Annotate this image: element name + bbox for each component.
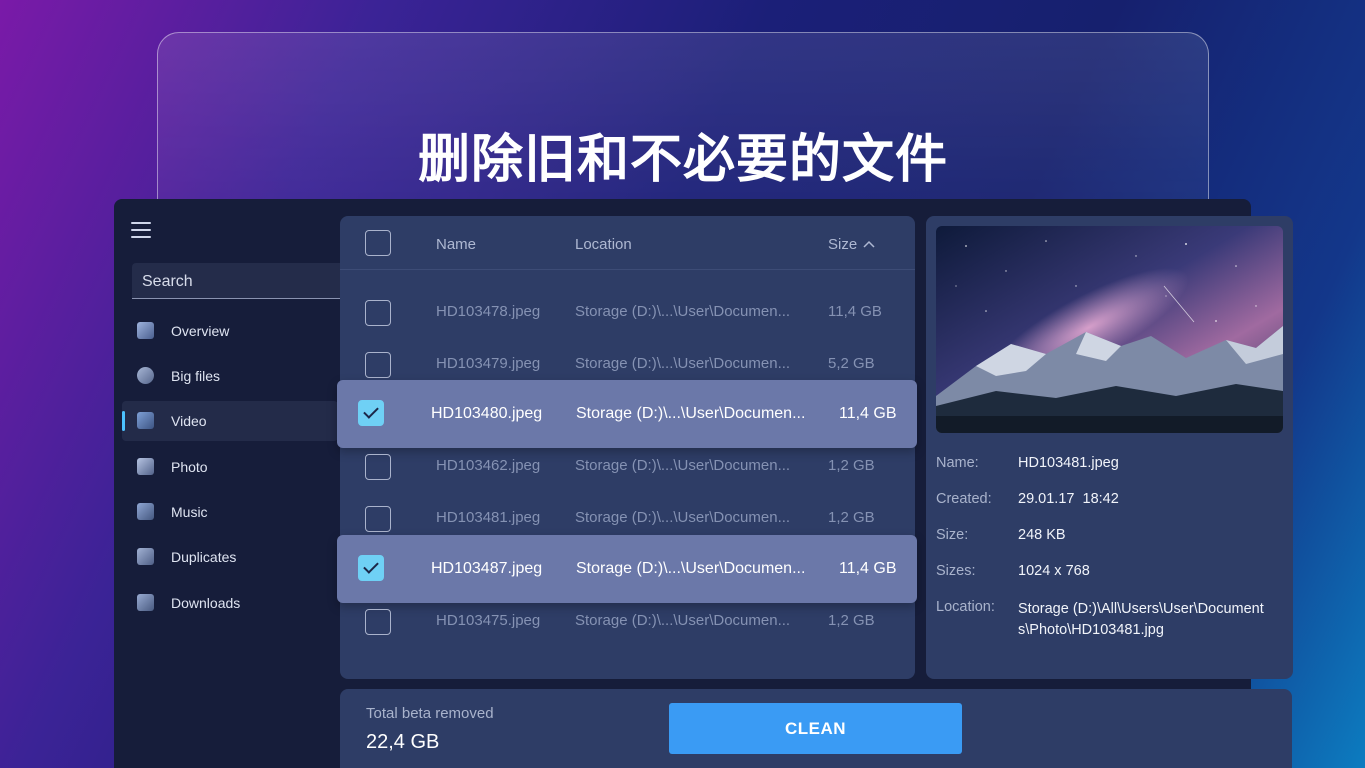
detail-sizes-value: 1024 x 768 — [1018, 563, 1090, 579]
sidebar-item-duplicates[interactable]: Duplicates — [122, 537, 338, 577]
file-name: HD103475.jpeg — [436, 612, 541, 629]
file-location: Storage (D:)\...\User\Documen... — [575, 303, 791, 320]
file-size: 5,2 GB — [828, 355, 875, 372]
file-name: HD103462.jpeg — [436, 457, 541, 474]
sidebar-item-video[interactable]: Video — [122, 401, 338, 441]
sidebar-item-label: Photo — [171, 459, 208, 475]
file-name: HD103478.jpeg — [436, 303, 541, 320]
row-checkbox-checked[interactable] — [358, 400, 384, 426]
file-location: Storage (D:)\...\User\Documen... — [575, 509, 791, 526]
file-name: HD103481.jpeg — [436, 509, 541, 526]
detail-location-label: Location: — [936, 599, 995, 615]
sidebar-item-label: Music — [171, 504, 208, 520]
file-location: Storage (D:)\...\User\Documen... — [576, 560, 806, 577]
table-row-selected[interactable]: HD103487.jpeg Storage (D:)\...\User\Docu… — [337, 535, 917, 603]
sidebar-item-photo[interactable]: Photo — [122, 447, 338, 487]
download-tray-icon — [137, 594, 154, 611]
sidebar-item-label: Overview — [171, 323, 230, 339]
file-size: 11,4 GB — [839, 560, 897, 577]
image-preview — [936, 226, 1283, 433]
detail-location-value: Storage (D:)\All\Users\User\Documents\Ph… — [1018, 601, 1264, 638]
row-checkbox[interactable] — [365, 609, 391, 635]
file-size: 1,2 GB — [828, 612, 875, 629]
clapperboard-icon — [137, 412, 154, 429]
row-checkbox[interactable] — [365, 352, 391, 378]
sort-ascending-icon[interactable] — [863, 240, 875, 248]
file-location: Storage (D:)\...\User\Documen... — [576, 405, 806, 422]
file-size: 1,2 GB — [828, 457, 875, 474]
detail-created-label: Created: — [936, 491, 992, 507]
detail-size-label: Size: — [936, 527, 969, 543]
clean-button[interactable]: CLEAN — [669, 703, 962, 754]
row-checkbox[interactable] — [365, 506, 391, 532]
file-name: HD103487.jpeg — [431, 560, 543, 577]
file-name: HD103479.jpeg — [436, 355, 541, 372]
sidebar-item-big-files[interactable]: Big files — [122, 356, 338, 396]
hamburger-menu-icon[interactable] — [131, 222, 151, 238]
total-removed-value: 22,4 GB — [366, 731, 440, 753]
total-removed-label: Total beta removed — [366, 705, 494, 722]
sidebar-item-label: Duplicates — [171, 549, 237, 565]
file-name: HD103480.jpeg — [431, 405, 543, 422]
select-all-checkbox[interactable] — [365, 230, 391, 256]
monitor-icon — [137, 322, 154, 339]
stack-icon — [137, 548, 154, 565]
file-size: 1,2 GB — [828, 509, 875, 526]
music-note-icon — [137, 503, 154, 520]
table-row[interactable]: HD103475.jpeg Storage (D:)\...\User\Docu… — [340, 596, 915, 646]
row-checkbox[interactable] — [365, 300, 391, 326]
sidebar-item-overview[interactable]: Overview — [122, 311, 338, 351]
detail-size-value: 248 KB — [1018, 527, 1066, 543]
weight-icon — [137, 367, 154, 384]
detail-sizes-label: Sizes: — [936, 563, 976, 579]
sidebar-item-label: Video — [171, 413, 207, 429]
table-row[interactable]: HD103462.jpeg Storage (D:)\...\User\Docu… — [340, 441, 915, 491]
file-location: Storage (D:)\...\User\Documen... — [575, 612, 791, 629]
column-header-size[interactable]: Size — [828, 236, 857, 253]
file-size: 11,4 GB — [839, 405, 897, 422]
column-header-name[interactable]: Name — [436, 236, 476, 253]
column-header-location[interactable]: Location — [575, 236, 632, 253]
headline: 删除旧和不必要的文件 — [417, 130, 948, 190]
detail-name-label: Name: — [936, 455, 979, 471]
file-list-header: Name Location Size — [340, 216, 915, 270]
file-size: 11,4 GB — [828, 303, 882, 320]
sidebar-item-music[interactable]: Music — [122, 492, 338, 532]
table-row-selected[interactable]: HD103480.jpeg Storage (D:)\...\User\Docu… — [337, 380, 917, 448]
file-location: Storage (D:)\...\User\Documen... — [575, 457, 791, 474]
row-checkbox-checked[interactable] — [358, 555, 384, 581]
sidebar-item-label: Downloads — [171, 595, 241, 611]
detail-created-value: 29.01.17 18:42 — [1018, 491, 1119, 507]
detail-name-value: HD103481.jpeg — [1018, 455, 1119, 471]
sidebar-item-label: Big files — [171, 368, 221, 384]
sidebar-item-downloads[interactable]: Downloads — [122, 583, 338, 623]
image-icon — [137, 458, 154, 475]
row-checkbox[interactable] — [365, 454, 391, 480]
table-row[interactable]: HD103478.jpeg Storage (D:)\...\User\Docu… — [340, 287, 915, 337]
search-input[interactable]: Search — [132, 263, 340, 299]
file-location: Storage (D:)\...\User\Documen... — [575, 355, 791, 372]
